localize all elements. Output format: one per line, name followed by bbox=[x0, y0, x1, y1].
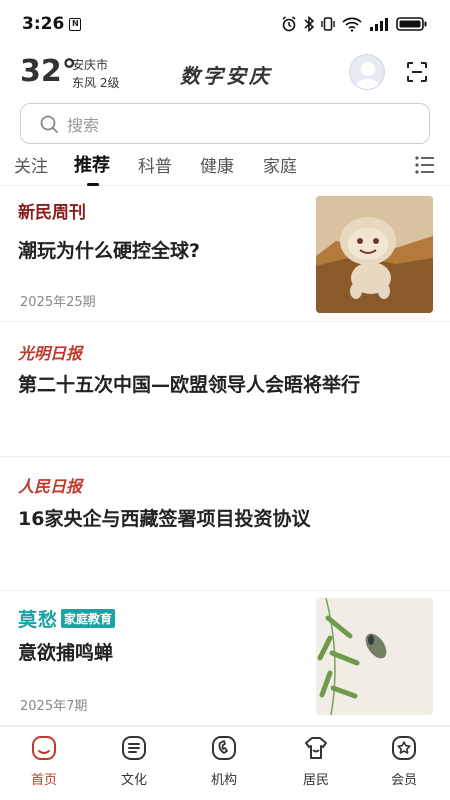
status-icons bbox=[281, 16, 428, 32]
weather-wind[interactable]: 东风 2级 bbox=[72, 74, 119, 91]
article-thumbnail[interactable] bbox=[316, 196, 433, 313]
nav-home-label: 首页 bbox=[30, 773, 57, 788]
institution-icon bbox=[212, 736, 236, 760]
nav-resident[interactable]: 居民 bbox=[286, 735, 346, 788]
nav-institution-label: 机构 bbox=[210, 773, 237, 788]
tab-family[interactable]: 家庭 bbox=[263, 152, 297, 177]
article-headline[interactable]: 第二十五次中国—欧盟领导人会晤将举行 bbox=[18, 370, 360, 397]
article-issue: 2025年25期 bbox=[20, 295, 96, 310]
tab-recommend[interactable]: 推荐 bbox=[74, 151, 110, 177]
wifi-icon bbox=[342, 17, 362, 32]
article-issue: 2025年7期 bbox=[20, 699, 88, 714]
member-icon bbox=[392, 736, 416, 760]
article-source-label: 莫愁 bbox=[18, 609, 59, 631]
nav-culture[interactable]: 文化 bbox=[104, 735, 164, 788]
toy-thumbnail-image bbox=[316, 196, 433, 313]
category-tabs: 关注 推荐 科普 健康 家庭 bbox=[0, 150, 450, 186]
tab-science[interactable]: 科普 bbox=[138, 152, 172, 177]
nav-member-label: 会员 bbox=[390, 773, 417, 788]
nav-culture-label: 文化 bbox=[120, 773, 147, 788]
article-card[interactable]: 莫愁 家庭教育 意欲捕鸣蝉 2025年7期 bbox=[0, 591, 450, 726]
battery-icon bbox=[396, 17, 427, 31]
article-source-tag: 家庭教育 bbox=[61, 609, 116, 628]
article-source: 光明日报 bbox=[18, 344, 83, 363]
user-avatar-icon bbox=[354, 62, 382, 89]
article-source-label: 新民周刊 bbox=[18, 203, 86, 223]
tab-health[interactable]: 健康 bbox=[200, 152, 234, 177]
article-card[interactable]: 新民周刊 潮玩为什么硬控全球? 2025年25期 bbox=[0, 186, 450, 322]
search-input[interactable]: 搜索 bbox=[20, 103, 430, 144]
nav-home[interactable]: 首页 bbox=[14, 735, 74, 788]
app-title: 数字安庆 bbox=[180, 64, 272, 88]
article-source: 莫愁 家庭教育 bbox=[18, 605, 116, 632]
article-source: 新民周刊 bbox=[18, 198, 86, 223]
nav-member[interactable]: 会员 bbox=[374, 735, 434, 788]
nav-resident-label: 居民 bbox=[302, 773, 329, 788]
article-headline[interactable]: 16家央企与西藏签署项目投资协议 bbox=[18, 504, 310, 531]
nfc-icon: N bbox=[69, 17, 82, 31]
article-headline[interactable]: 潮玩为什么硬控全球? bbox=[18, 236, 200, 263]
alarm-icon bbox=[282, 16, 296, 32]
article-source: 人民日报 bbox=[18, 477, 83, 496]
article-headline[interactable]: 意欲捕鸣蝉 bbox=[18, 638, 113, 665]
culture-icon bbox=[122, 736, 146, 760]
article-thumbnail[interactable] bbox=[316, 598, 433, 715]
avatar[interactable] bbox=[349, 54, 385, 90]
scan-icon[interactable] bbox=[406, 61, 428, 83]
resident-icon bbox=[305, 737, 327, 759]
article-card[interactable]: 人民日报 16家央企与西藏签署项目投资协议 bbox=[0, 457, 450, 591]
article-card[interactable]: 光明日报 第二十五次中国—欧盟领导人会晤将举行 bbox=[0, 322, 450, 457]
weather-temperature[interactable]: 32° bbox=[20, 54, 77, 89]
status-bar: 3:26 N bbox=[0, 0, 450, 48]
search-icon bbox=[40, 115, 58, 133]
signal-icon bbox=[370, 18, 388, 31]
app-header: 32° 安庆市 东风 2级 数字安庆 bbox=[0, 50, 450, 98]
tab-follow[interactable]: 关注 bbox=[14, 152, 48, 177]
status-time: 3:26 bbox=[22, 14, 65, 34]
cicada-thumbnail-image bbox=[316, 598, 433, 715]
vibrate-icon bbox=[321, 17, 335, 31]
bottom-navigation: 首页 文化 机构 居民 会员 bbox=[0, 726, 450, 800]
nav-institution[interactable]: 机构 bbox=[194, 735, 254, 788]
weather-city[interactable]: 安庆市 bbox=[72, 57, 108, 74]
bluetooth-icon bbox=[304, 16, 314, 32]
search-placeholder: 搜索 bbox=[67, 115, 100, 135]
home-icon bbox=[32, 736, 56, 760]
tab-menu-icon[interactable] bbox=[414, 155, 436, 175]
